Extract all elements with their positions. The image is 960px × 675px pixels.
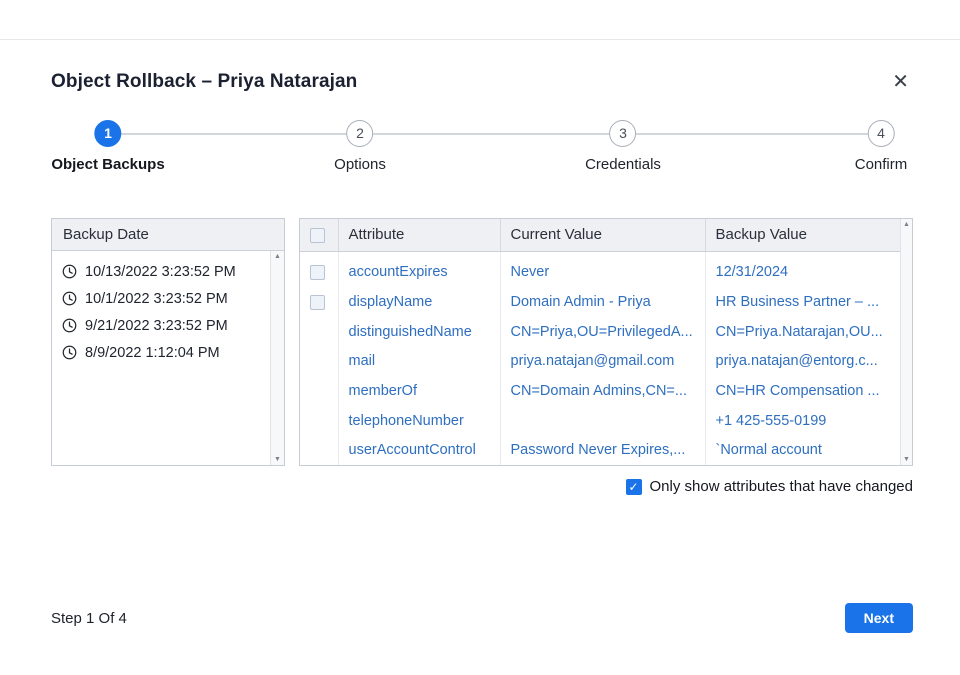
backup-value: CN=Priya.Natarajan,OU... [715,323,883,340]
step-3-label: Credentials [585,156,661,173]
step-progress-text: Step 1 Of 4 [51,609,127,627]
backup-date-item[interactable]: 10/1/2022 3:23:52 PM [52,285,270,312]
attributes-panel: Attribute Current Value Backup Value acc… [299,218,913,466]
object-rollback-dialog: Object Rollback – Priya Natarajan ✕ 1 Ob… [0,40,960,633]
scroll-up-icon[interactable]: ▲ [274,253,281,260]
only-changed-checkbox[interactable]: ✓ [625,478,642,495]
step-1-label: Object Backups [51,156,165,173]
step-credentials[interactable]: 3 Credentials [585,120,661,173]
current-value: Password Never Expires,... [500,435,706,465]
spacer-row [300,251,900,258]
step-4-circle: 4 [867,120,895,147]
table-row[interactable]: memberOf CN=Domain Admins,CN=... CN=HR C… [300,376,900,406]
table-row[interactable]: mail priya.natajan@gmail.com priya.nataj… [300,346,900,377]
column-header-backup-value[interactable]: Backup Value [705,219,900,252]
attributes-table-scrollbar[interactable]: ▲ ▼ [900,219,912,465]
row-checkbox[interactable] [310,265,325,281]
scroll-down-icon[interactable]: ▼ [903,456,910,463]
backup-date-item[interactable]: 8/9/2022 1:12:04 PM [52,339,270,366]
scroll-down-icon[interactable]: ▼ [274,456,281,463]
clock-icon [62,318,77,333]
table-row[interactable]: displayName Domain Admin - Priya HR Busi… [300,287,900,317]
attribute-name: accountExpires [338,257,501,288]
current-value [500,405,706,436]
attribute-name: distinguishedName [338,316,501,347]
next-button[interactable]: Next [844,603,913,633]
backup-value: CN=HR Compensation ... [715,382,880,399]
current-value: Never [500,257,706,288]
close-icon[interactable]: ✕ [888,68,913,96]
backup-date-text: 10/13/2022 3:23:52 PM [85,263,236,280]
attribute-name: mail [338,346,501,377]
table-row[interactable]: accountExpires Never 12/31/2024 [300,257,900,288]
backup-date-text: 10/1/2022 3:23:52 PM [85,290,228,307]
step-options[interactable]: 2 Options [334,120,386,173]
stepper-connector-line [108,133,881,135]
top-bar [0,0,960,40]
current-value: Domain Admin - Priya [500,287,706,317]
backup-value: priya.natajan@entorg.c... [715,353,878,370]
current-value: CN=Priya,OU=PrivilegedA... [500,316,706,347]
attributes-table: Attribute Current Value Backup Value acc… [300,219,900,465]
table-row[interactable]: distinguishedName CN=Priya,OU=Privileged… [300,316,900,347]
only-changed-label: Only show attributes that have changed [649,478,914,495]
backup-value: 12/31/2024 [715,264,789,281]
column-header-current-value[interactable]: Current Value [500,219,706,252]
backup-date-panel: Backup Date 10/13/2022 3:23:52 PM 10/1/2… [51,218,285,466]
backup-list-scrollbar[interactable]: ▲ ▼ [270,251,284,465]
attribute-name: userAccountControl [338,435,501,465]
step-3-circle: 3 [609,120,637,147]
select-all-checkbox[interactable] [310,227,325,243]
backup-date-list: 10/13/2022 3:23:52 PM 10/1/2022 3:23:52 … [52,251,270,465]
column-header-attribute[interactable]: Attribute [338,219,501,252]
table-row[interactable]: userAccountControl Password Never Expire… [300,435,900,465]
backup-value: `Normal account [715,442,822,459]
backup-value: +1 425-555-0199 [715,412,827,429]
step-2-label: Options [334,156,386,173]
backup-date-header: Backup Date [63,226,149,243]
backup-date-text: 8/9/2022 1:12:04 PM [85,344,220,361]
backup-date-item[interactable]: 9/21/2022 3:23:52 PM [52,312,270,339]
clock-icon [62,264,77,279]
current-value: priya.natajan@gmail.com [500,346,706,377]
clock-icon [62,345,77,360]
attribute-name: memberOf [338,376,501,406]
page-title: Object Rollback – Priya Natarajan [51,71,358,92]
table-row[interactable]: telephoneNumber +1 425-555-0199 [300,405,900,436]
attribute-name: displayName [338,287,501,317]
scroll-up-icon[interactable]: ▲ [903,221,910,228]
current-value: CN=Domain Admins,CN=... [500,376,706,406]
step-2-circle: 2 [346,120,374,147]
row-checkbox[interactable] [310,294,325,310]
clock-icon [62,291,77,306]
step-1-circle: 1 [94,120,122,147]
backup-date-text: 9/21/2022 3:23:52 PM [85,317,228,334]
wizard-stepper: 1 Object Backups 2 Options 3 Credentials… [51,120,913,198]
attribute-name: telephoneNumber [338,405,501,436]
backup-value: HR Business Partner – ... [715,294,880,311]
step-confirm[interactable]: 4 Confirm [854,120,908,173]
step-object-backups[interactable]: 1 Object Backups [51,120,165,173]
backup-date-item[interactable]: 10/13/2022 3:23:52 PM [52,258,270,285]
step-4-label: Confirm [854,156,908,173]
